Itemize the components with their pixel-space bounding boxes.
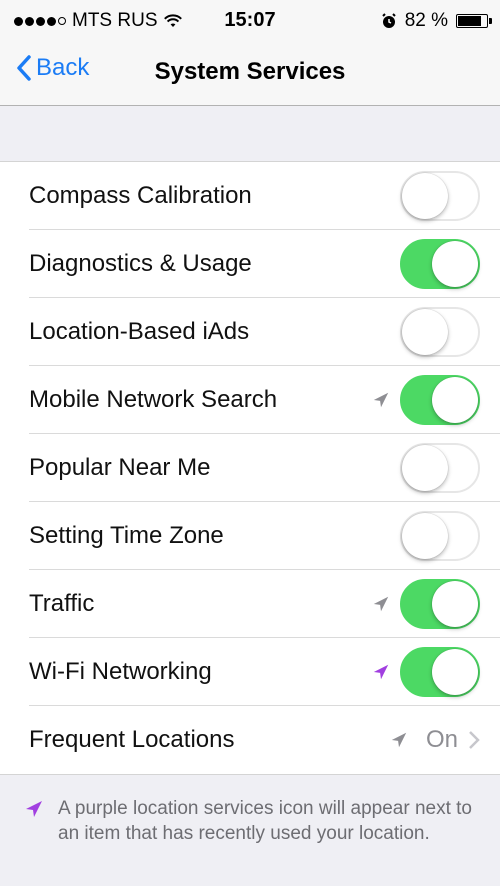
toggle-knob (402, 445, 448, 491)
navigation-bar: Back System Services (0, 40, 500, 106)
location-arrow-icon (391, 732, 407, 748)
settings-row[interactable]: Frequent Locations On (0, 706, 500, 774)
status-bar: MTS RUS 15:07 82 % (0, 0, 500, 40)
row-label: Wi-Fi Networking (29, 658, 212, 685)
settings-row: Traffic (0, 570, 500, 638)
toggle-knob (402, 309, 448, 355)
battery-icon (456, 14, 492, 28)
battery-level-fill (458, 16, 481, 26)
row-label: Popular Near Me (29, 454, 211, 481)
settings-row: Location-Based iAds (0, 298, 500, 366)
footer-note: A purple location services icon will app… (24, 796, 488, 846)
settings-row: Wi-Fi Networking (0, 638, 500, 706)
toggle-switch[interactable] (400, 375, 480, 425)
battery-percent: 82 % (404, 10, 448, 31)
row-label: Compass Calibration (29, 182, 252, 209)
toggle-switch[interactable] (400, 239, 480, 289)
row-detail: On (390, 726, 480, 754)
toggle-knob (432, 649, 478, 695)
row-label: Setting Time Zone (29, 522, 224, 549)
row-label: Mobile Network Search (29, 386, 278, 413)
settings-row: Popular Near Me (0, 434, 500, 502)
settings-row: Mobile Network Search (0, 366, 500, 434)
settings-row: Setting Time Zone (0, 502, 500, 570)
settings-row: Compass Calibration (0, 162, 500, 230)
chevron-right-icon (469, 731, 480, 749)
row-label: Frequent Locations (29, 726, 235, 753)
location-arrow-icon (373, 664, 389, 680)
page-title: System Services (154, 58, 346, 85)
status-right: 82 % (381, 10, 492, 32)
toggle-knob (432, 241, 478, 287)
toggle-knob (402, 173, 448, 219)
toggle-switch[interactable] (400, 307, 480, 357)
toggle-switch[interactable] (400, 171, 480, 221)
row-value: On (425, 726, 458, 753)
toggle-knob (432, 581, 478, 627)
row-label: Diagnostics & Usage (29, 250, 252, 277)
location-arrow-icon (373, 596, 389, 612)
settings-list: Compass Calibration Diagnostics & Usage Lo… (0, 161, 500, 775)
toggle-switch[interactable] (400, 579, 480, 629)
toggle-switch[interactable] (400, 443, 480, 493)
alarm-clock-icon (381, 13, 396, 28)
toggle-knob (432, 377, 478, 423)
location-arrow-icon (26, 801, 42, 817)
toggle-switch[interactable] (400, 647, 480, 697)
footer-text: A purple location services icon will app… (58, 798, 473, 844)
toggle-switch[interactable] (400, 511, 480, 561)
location-arrow-icon (373, 392, 389, 408)
settings-row: Diagnostics & Usage (0, 230, 500, 298)
row-label: Traffic (29, 590, 95, 617)
row-label: Location-Based iAds (29, 318, 250, 345)
toggle-knob (402, 513, 448, 559)
